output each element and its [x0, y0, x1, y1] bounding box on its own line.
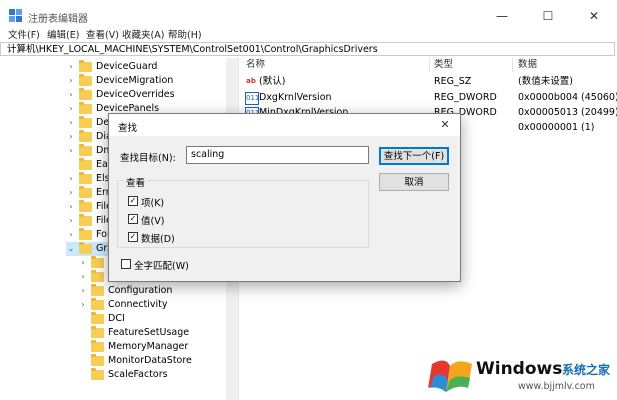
menu-view[interactable]: 查看(V) [86, 27, 119, 41]
chevron-right-icon[interactable]: › [66, 144, 76, 158]
folder-icon [91, 312, 104, 324]
chevron-right-icon[interactable]: › [66, 172, 76, 186]
folder-icon [79, 144, 92, 156]
watermark: Windows 系统之家 www.bjjmlv.com [428, 350, 617, 400]
folder-icon [79, 172, 92, 184]
menu-favorites[interactable]: 收藏夹(A) [122, 27, 164, 41]
folder-icon [91, 326, 104, 338]
match-whole-checkbox[interactable] [121, 259, 131, 269]
chevron-right-icon[interactable]: › [78, 270, 88, 284]
folder-icon [91, 270, 104, 282]
folder-open-icon [79, 242, 92, 254]
look-in-label: 查看 [124, 175, 148, 189]
watermark-brand: Windows [476, 359, 563, 379]
chevron-right-icon[interactable]: › [78, 284, 88, 298]
find-target-label: 查找目标(N): [120, 153, 176, 164]
find-dialog: 查找 ✕ 查找目标(N): scaling 查找下一个(F) 取消 查看 ✓ 项… [108, 113, 461, 282]
watermark-suffix: 系统之家 [562, 363, 611, 377]
folder-icon [79, 200, 92, 212]
folder-icon [79, 60, 92, 72]
value-row[interactable]: 011 DxgKrnlVersion REG_DWORD 0x0000b004 … [240, 91, 617, 105]
chevron-right-icon[interactable]: › [66, 130, 76, 144]
folder-icon [91, 368, 104, 380]
folder-icon [91, 256, 104, 268]
folder-icon [91, 298, 104, 310]
folder-icon [79, 158, 92, 170]
folder-icon [91, 340, 104, 352]
value-row[interactable]: ab (默认) REG_SZ (数值未设置) [240, 75, 617, 89]
folder-icon [79, 116, 92, 128]
folder-icon [79, 130, 92, 142]
chevron-right-icon[interactable]: › [66, 88, 76, 102]
folder-icon [79, 228, 92, 240]
menu-edit[interactable]: 编辑(E) [47, 27, 79, 41]
folder-icon [91, 284, 104, 296]
find-next-button[interactable]: 查找下一个(F) [379, 147, 449, 165]
folder-icon [79, 102, 92, 114]
menu-help[interactable]: 帮助(H) [168, 27, 202, 41]
chevron-right-icon[interactable]: › [66, 116, 76, 130]
chevron-right-icon[interactable]: › [66, 200, 76, 214]
values-checkbox[interactable]: ✓ [128, 214, 138, 224]
values-checkbox-label: 值(V) [141, 216, 165, 227]
chevron-right-icon[interactable]: › [66, 102, 76, 116]
keys-checkbox[interactable]: ✓ [128, 196, 138, 206]
close-icon[interactable]: ✕ [436, 116, 454, 134]
keys-checkbox-label: 项(K) [141, 198, 165, 209]
menu-file[interactable]: 文件(F) [8, 27, 40, 41]
folder-icon [79, 186, 92, 198]
chevron-right-icon[interactable]: › [78, 256, 88, 270]
string-value-icon: ab [246, 77, 256, 85]
column-name[interactable]: 名称 [246, 58, 265, 72]
registry-app-icon [9, 9, 22, 22]
chevron-right-icon[interactable]: › [66, 186, 76, 200]
chevron-right-icon[interactable]: › [78, 298, 88, 312]
data-checkbox[interactable]: ✓ [128, 232, 138, 242]
binary-value-icon: 011 [245, 92, 259, 105]
column-data[interactable]: 数据 [518, 58, 537, 72]
folder-icon [79, 74, 92, 86]
cancel-button[interactable]: 取消 [379, 173, 449, 191]
find-dialog-title: 查找 [118, 123, 138, 134]
watermark-url: www.bjjmlv.com [518, 381, 595, 392]
column-type[interactable]: 类型 [434, 58, 453, 72]
folder-icon [79, 214, 92, 226]
chevron-right-icon[interactable]: › [66, 74, 76, 88]
window-title: 注册表编辑器 [28, 14, 88, 25]
chevron-right-icon[interactable]: › [66, 60, 76, 74]
windows-logo-icon [428, 360, 472, 392]
menu-bar: 文件(F) 编辑(E) 查看(V) 收藏夹(A) 帮助(H) [0, 26, 617, 42]
match-whole-label: 全字匹配(W) [134, 261, 189, 272]
find-dialog-titlebar[interactable]: 查找 ✕ [109, 114, 460, 136]
data-checkbox-label: 数据(D) [141, 234, 175, 245]
address-bar[interactable]: 计算机\HKEY_LOCAL_MACHINE\SYSTEM\ControlSet… [0, 42, 615, 56]
chevron-right-icon[interactable]: › [66, 228, 76, 242]
folder-icon [79, 88, 92, 100]
find-target-input[interactable]: scaling [186, 146, 369, 164]
folder-icon [91, 354, 104, 366]
column-separator[interactable] [429, 58, 430, 72]
column-separator[interactable] [512, 58, 513, 72]
chevron-down-icon[interactable]: ⌄ [66, 242, 76, 256]
chevron-right-icon[interactable]: › [66, 214, 76, 228]
